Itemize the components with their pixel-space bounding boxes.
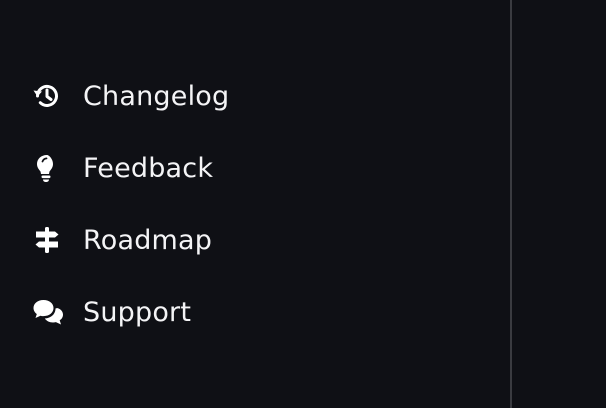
sidebar-item-roadmap[interactable]: Roadmap [32, 204, 229, 276]
app-window: Changelog Feedback Roadmap Support [0, 0, 606, 408]
sidebar-item-label: Support [83, 296, 192, 328]
sidebar-item-changelog[interactable]: Changelog [32, 60, 229, 132]
history-icon [32, 79, 66, 113]
sidebar: Changelog Feedback Roadmap Support [0, 0, 510, 408]
chat-bubbles-icon [32, 295, 66, 329]
lightbulb-icon [32, 151, 66, 185]
sidebar-item-support[interactable]: Support [32, 276, 229, 348]
sidebar-item-label: Feedback [83, 152, 214, 184]
sidebar-item-label: Roadmap [83, 224, 213, 256]
main-panel [512, 0, 606, 408]
sidebar-item-label: Changelog [83, 80, 230, 112]
signpost-icon [32, 223, 66, 257]
sidebar-nav: Changelog Feedback Roadmap Support [32, 60, 229, 348]
sidebar-item-feedback[interactable]: Feedback [32, 132, 229, 204]
